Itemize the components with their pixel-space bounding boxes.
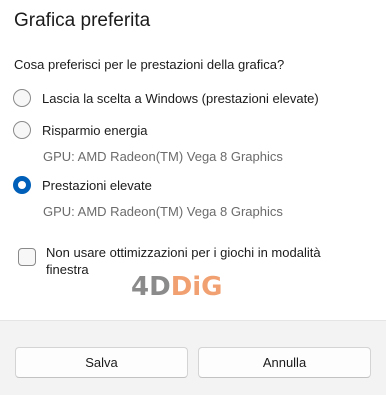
radio-option-let-windows-decide[interactable]: Lascia la scelta a Windows (prestazioni …	[13, 89, 319, 107]
graphics-preference-dialog: Grafica preferita Cosa preferisci per le…	[0, 0, 386, 395]
radio-option-power-saving[interactable]: Risparmio energia	[13, 121, 148, 139]
performance-question: Cosa preferisci per le prestazioni della…	[14, 57, 285, 72]
radio-label: Lascia la scelta a Windows (prestazioni …	[42, 90, 319, 106]
4ddig-watermark-logo: 4D DiG	[131, 272, 223, 302]
radio-label: Prestazioni elevate	[42, 177, 152, 193]
watermark-part-1: 4D	[131, 272, 171, 302]
radio-button-unchecked[interactable]	[13, 89, 31, 107]
dialog-footer: Salva Annulla	[0, 320, 386, 395]
gpu-note-power-saving: GPU: AMD Radeon(TM) Vega 8 Graphics	[43, 149, 283, 164]
radio-option-high-performance[interactable]: Prestazioni elevate	[13, 176, 152, 194]
dialog-title: Grafica preferita	[14, 10, 151, 31]
checkbox-unchecked[interactable]	[18, 248, 36, 266]
radio-button-checked[interactable]	[13, 176, 31, 194]
gpu-note-high-performance: GPU: AMD Radeon(TM) Vega 8 Graphics	[43, 204, 283, 219]
watermark-part-2: DiG	[170, 272, 223, 302]
save-button[interactable]: Salva	[15, 347, 188, 378]
cancel-button[interactable]: Annulla	[198, 347, 371, 378]
radio-button-unchecked[interactable]	[13, 121, 31, 139]
radio-label: Risparmio energia	[42, 122, 148, 138]
